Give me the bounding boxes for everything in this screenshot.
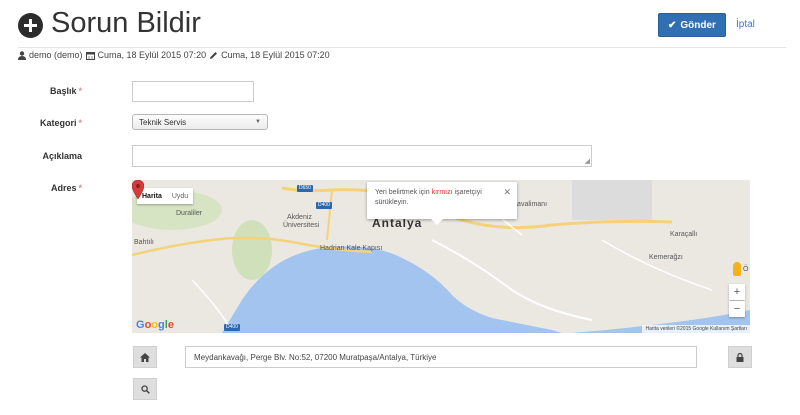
required-mark: * [78,86,82,96]
resize-grip-icon[interactable]: ◢ [585,158,590,165]
pencil-icon [210,51,218,59]
zoom-out-button[interactable]: − [729,301,745,317]
zoom-in-button[interactable]: + [729,284,745,300]
category-select[interactable]: Teknik Servis ▼ [132,114,268,130]
map-place: Akdeniz [287,214,312,221]
description-textarea[interactable]: ◢ [132,145,592,167]
tooltip-red-text: kırmızı [431,189,453,196]
check-icon: ✔ [668,19,677,31]
meta-info: demo (demo) Cuma, 18 Eylül 2015 07:20 Cu… [18,50,330,60]
address-label: Adres * [0,183,82,193]
tooltip-tail [431,219,443,225]
lock-button[interactable] [728,346,752,368]
category-label: Kategori * [0,118,82,128]
map-marker-icon[interactable] [132,180,144,200]
street-view-icon[interactable] [733,262,741,276]
map-attribution[interactable]: Harita verileri ©2015 Google Kullanım Şa… [642,325,750,333]
address-value: Meydankavağı, Perge Blv. No:52, 07200 Mu… [194,352,437,362]
address-label-text: Adres [50,183,77,193]
address-input[interactable]: Meydankavağı, Perge Blv. No:52, 07200 Mu… [185,346,697,368]
road-badge: D650 [297,185,313,192]
title-label-text: Başlık [49,86,77,96]
close-icon[interactable]: ✕ [503,187,511,197]
description-label-text: Açıklama [42,151,82,161]
category-select-value: Teknik Servis [139,117,187,127]
title-label: Başlık * [0,86,82,96]
send-button[interactable]: ✔ Gönder [658,13,726,37]
send-button-label: Gönder [680,19,716,31]
map-place: Duraliler [176,210,203,217]
map-place: Hadrian Kale Kapısı [320,245,383,252]
map-tooltip: Yeri belirtmek için kırmızı işaretçiyi s… [367,182,517,225]
map-type-control: Harita Uydu [137,188,194,204]
page-title: Sorun Bildir [51,7,201,39]
title-input[interactable] [132,81,254,102]
meta-updated: Cuma, 18 Eylül 2015 07:20 [221,50,330,60]
search-button[interactable] [133,378,157,400]
tooltip-text: Yeri belirtmek için [375,189,430,196]
required-mark: * [78,183,82,193]
lock-icon [736,352,744,362]
home-icon [140,352,150,362]
home-button[interactable] [133,346,157,368]
category-label-text: Kategori [39,118,77,128]
map-place: Kemerağzı [649,254,683,261]
cancel-link[interactable]: İptal [736,19,755,30]
calendar-icon [85,51,95,60]
location-map[interactable]: Harita Uydu D650 D400 D400 Duraliler Bah… [132,180,750,333]
meta-user: demo (demo) [29,50,83,60]
road-badge: D400 [316,202,332,209]
map-place: Karaçallı [670,231,698,238]
plus-circle-icon [18,13,43,38]
required-mark: * [78,118,82,128]
chevron-down-icon: ▼ [255,119,261,125]
search-icon [140,384,150,394]
map-type-satellite[interactable]: Uydu [167,193,193,200]
meta-created: Cuma, 18 Eylül 2015 07:20 [97,50,207,60]
user-icon [18,50,26,60]
map-place: Havalimanı [512,201,548,208]
map-place: Üniversitesi [283,222,320,229]
road-badge: D400 [224,324,240,331]
google-logo: Google [136,319,174,331]
map-place: Bahtılı [134,239,154,246]
page-header: Sorun Bildir ✔ Gönder İptal [18,6,786,48]
description-label: Açıklama [0,151,82,161]
map-place: Ö [743,266,749,273]
